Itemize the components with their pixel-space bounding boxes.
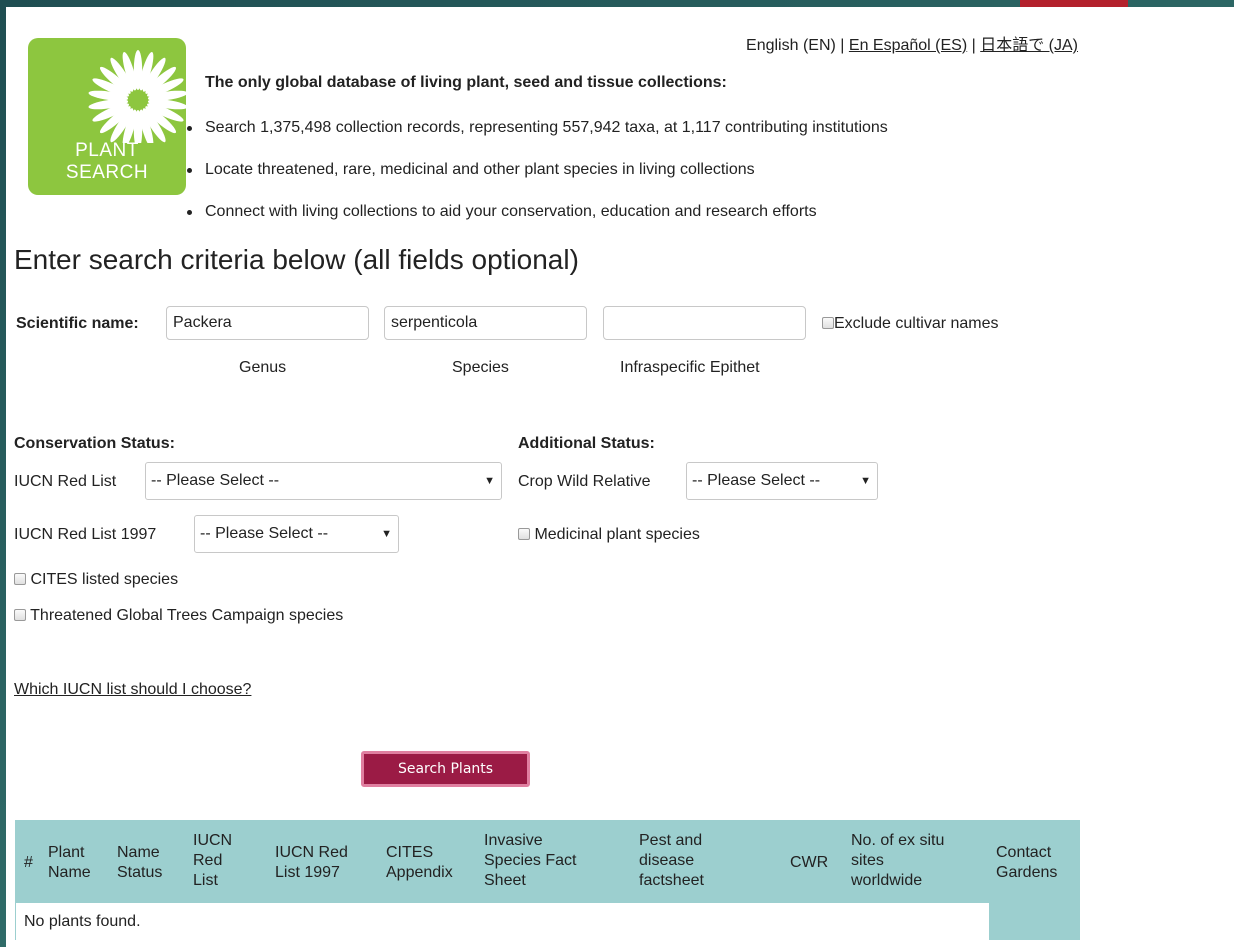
exclude-cultivar-checkbox[interactable] <box>822 317 834 329</box>
header-line: List <box>193 872 218 889</box>
intro-bullet: Locate threatened, rare, medicinal and o… <box>185 160 888 180</box>
lang-current: English (EN) <box>746 37 836 54</box>
iucn-red-list-select[interactable]: -- Please Select -- ▼ <box>145 462 502 500</box>
medicinal-label: Medicinal plant species <box>534 526 700 543</box>
global-trees-option: Threatened Global Trees Campaign species <box>14 607 343 625</box>
header-line: Appendix <box>386 864 453 881</box>
conservation-status-title: Conservation Status: <box>14 435 175 452</box>
column-header-cites[interactable]: CITES Appendix <box>386 843 453 883</box>
header-line: CITES <box>386 844 434 861</box>
intro-bullet: Search 1,375,498 collection records, rep… <box>185 118 888 138</box>
window-frame-left <box>0 0 6 947</box>
header-line: Sheet <box>484 872 526 889</box>
header-line: Species Fact <box>484 852 577 869</box>
no-results-message: No plants found. <box>16 903 997 940</box>
cwr-value: -- Please Select -- <box>692 472 821 489</box>
global-trees-label: Threatened Global Trees Campaign species <box>30 607 344 624</box>
column-header-number: # <box>24 854 33 871</box>
exclude-cultivar-label: Exclude cultivar names <box>834 315 999 332</box>
header-line: Invasive <box>484 832 543 849</box>
header-line: No. of ex situ <box>851 832 945 849</box>
header-line: worldwide <box>851 872 923 889</box>
column-header-invasive[interactable]: Invasive Species Fact Sheet <box>484 831 576 891</box>
lang-separator: | <box>835 37 849 54</box>
header-line: Contact <box>996 844 1052 861</box>
iucn-red-list-value: -- Please Select -- <box>151 472 280 489</box>
scientific-name-label: Scientific name: <box>16 315 139 332</box>
intro-title: The only global database of living plant… <box>205 74 727 91</box>
results-table-header: # Plant Name Name Status IUCN Red List IUCN … <box>16 821 1079 903</box>
exclude-cultivar-option: Exclude cultivar names <box>822 315 999 333</box>
column-header-iucn-1997[interactable]: IUCN Red List 1997 <box>275 843 348 883</box>
header-line: Gardens <box>996 864 1058 881</box>
additional-status-title: Additional Status: <box>518 435 655 452</box>
genus-input[interactable] <box>166 306 369 340</box>
column-header-name-status[interactable]: Name Status <box>117 843 162 883</box>
dropdown-arrow-icon: ▼ <box>484 475 495 487</box>
global-trees-checkbox[interactable] <box>14 609 26 621</box>
results-table: # Plant Name Name Status IUCN Red List IUCN … <box>15 820 1080 940</box>
header-line: IUCN Red <box>275 844 348 861</box>
logo-text-plant: PLANT <box>75 140 139 161</box>
lang-separator: | <box>967 37 981 54</box>
medicinal-checkbox[interactable] <box>518 528 530 540</box>
header-line: disease <box>639 852 695 869</box>
header-line: IUCN <box>193 832 233 849</box>
genus-caption: Genus <box>239 359 287 376</box>
logo-text-search: SEARCH <box>65 162 149 183</box>
column-header-contact-gardens[interactable]: Contact Gardens <box>996 843 1057 883</box>
column-header-pest[interactable]: Pest and disease factsheet <box>639 831 704 891</box>
iucn-1997-label: IUCN Red List 1997 <box>14 526 157 543</box>
infraspecific-epithet-input[interactable] <box>603 306 806 340</box>
dropdown-arrow-icon: ▼ <box>381 528 392 540</box>
header-line: sites <box>851 852 884 869</box>
iucn-red-list-label: IUCN Red List <box>14 473 117 490</box>
iucn-1997-select[interactable]: -- Please Select -- ▼ <box>194 515 399 553</box>
header-line: Plant <box>48 844 85 861</box>
species-input[interactable] <box>384 306 587 340</box>
window-frame-accent <box>1020 0 1128 7</box>
iucn-1997-value: -- Please Select -- <box>200 525 329 542</box>
column-header-ex-situ-sites[interactable]: No. of ex situ sites worldwide <box>851 831 944 891</box>
header-line: List 1997 <box>275 864 340 881</box>
header-line: Red <box>193 852 223 869</box>
lang-japanese-link[interactable]: 日本語で (JA) <box>980 37 1078 54</box>
column-header-iucn-red-list[interactable]: IUCN Red List <box>193 831 232 891</box>
lang-spanish-link[interactable]: En Español (ES) <box>849 37 967 54</box>
iucn-help-link[interactable]: Which IUCN list should I choose? <box>14 681 251 699</box>
intro-bullets: Search 1,375,498 collection records, rep… <box>185 118 888 244</box>
intro-bullet: Connect with living collections to aid y… <box>185 202 888 222</box>
cwr-label: Crop Wild Relative <box>518 473 651 490</box>
plantsearch-logo[interactable]: PLANT SEARCH <box>28 38 186 195</box>
column-header-plant-name[interactable]: Plant Name <box>48 843 91 883</box>
cites-checkbox[interactable] <box>14 573 26 585</box>
table-corner-cell <box>989 903 1079 940</box>
search-plants-button[interactable]: Search Plants <box>361 751 530 787</box>
species-caption: Species <box>452 359 509 376</box>
header-line: Status <box>117 864 163 881</box>
medicinal-option: Medicinal plant species <box>518 526 700 544</box>
cwr-select[interactable]: -- Please Select -- ▼ <box>686 462 878 500</box>
cites-label: CITES listed species <box>30 571 179 588</box>
page-title: Enter search criteria below (all fields … <box>14 244 579 275</box>
dropdown-arrow-icon: ▼ <box>860 475 871 487</box>
epithet-caption: Infraspecific Epithet <box>620 359 760 376</box>
cites-option: CITES listed species <box>14 571 178 589</box>
header-line: Name <box>48 864 91 881</box>
language-selector: English (EN) | En Español (ES) | 日本語で (J… <box>746 31 1078 55</box>
sunburst-logo-icon <box>88 50 186 143</box>
header-line: factsheet <box>639 872 704 889</box>
header-line: Name <box>117 844 160 861</box>
column-header-cwr[interactable]: CWR <box>790 853 828 873</box>
header-line: Pest and <box>639 832 703 849</box>
